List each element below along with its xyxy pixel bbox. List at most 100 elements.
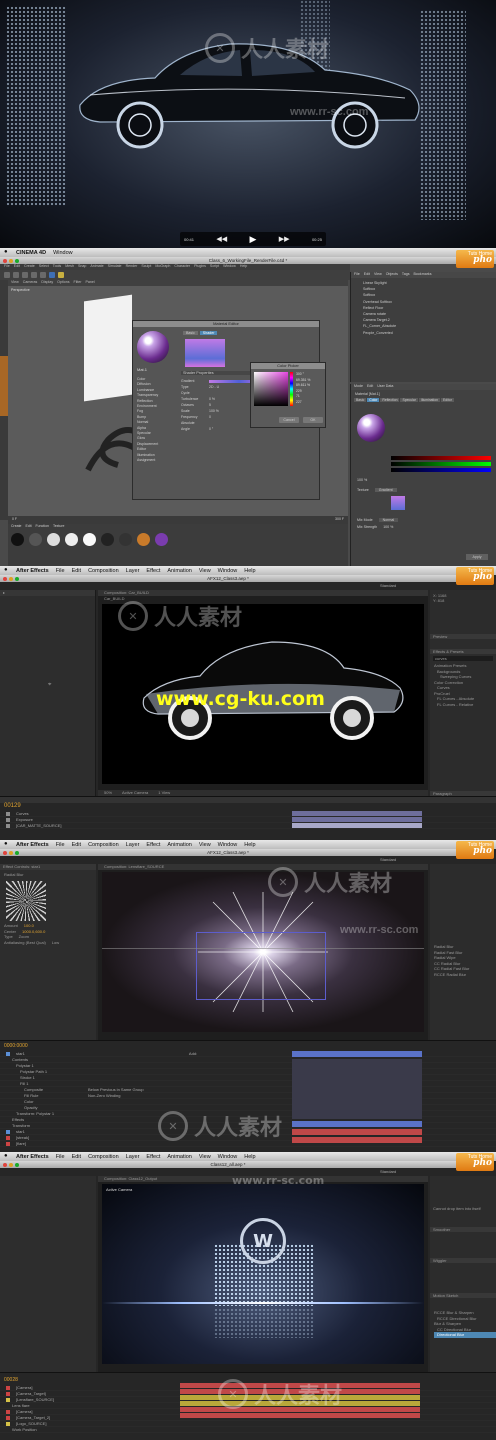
rewind-icon[interactable]: ◀◀ bbox=[216, 235, 227, 243]
app-name[interactable]: CINEMA 4D bbox=[16, 250, 46, 256]
fast-forward-icon[interactable]: ▶▶ bbox=[279, 235, 290, 243]
workspace-value[interactable]: Standard bbox=[380, 1169, 396, 1174]
material-swatch[interactable] bbox=[83, 533, 96, 546]
attr-tab[interactable]: Specular bbox=[400, 398, 418, 402]
menu-item[interactable]: View bbox=[199, 1154, 211, 1160]
viewport-menu-item[interactable]: Display bbox=[41, 280, 53, 286]
material-swatch[interactable] bbox=[137, 533, 150, 546]
effects-item[interactable]: Directional Blur bbox=[434, 1332, 496, 1338]
menu-item[interactable]: Animation bbox=[167, 568, 191, 574]
cube-icon[interactable] bbox=[49, 272, 55, 278]
selection-box[interactable] bbox=[196, 932, 326, 1000]
om-menu-item[interactable]: File bbox=[354, 272, 360, 278]
mm-tab[interactable]: Function bbox=[36, 524, 49, 530]
attr-tab[interactable]: Illumination bbox=[418, 398, 441, 402]
material-swatch[interactable] bbox=[29, 533, 42, 546]
menu-item[interactable]: Layer bbox=[126, 842, 140, 848]
apple-icon[interactable]: ● bbox=[4, 567, 8, 573]
frequency-value[interactable]: 0 bbox=[209, 414, 211, 420]
menu-item[interactable]: Effect bbox=[146, 1154, 160, 1160]
effects-item[interactable]: FL Curves - Relative bbox=[434, 702, 496, 708]
window-controls[interactable] bbox=[3, 1162, 19, 1167]
smoother-panel-tab[interactable]: Smoother bbox=[430, 1227, 496, 1232]
mm-tab[interactable]: Texture bbox=[53, 524, 64, 530]
om-menu-item[interactable]: Bookmarks bbox=[414, 272, 432, 278]
window-controls[interactable] bbox=[3, 258, 19, 263]
play-icon[interactable]: ▶ bbox=[250, 234, 257, 245]
attr-menu-item[interactable]: Mode bbox=[354, 384, 363, 390]
menu-item[interactable]: View bbox=[199, 842, 211, 848]
om-menu-item[interactable]: Edit bbox=[364, 272, 370, 278]
object-item[interactable]: People_Converted bbox=[363, 330, 496, 336]
menu-item[interactable]: Composition bbox=[88, 842, 119, 848]
viewport-menu-item[interactable]: Cameras bbox=[23, 280, 38, 286]
frame-value[interactable]: 0 F bbox=[12, 517, 17, 523]
b-value[interactable]: 227 bbox=[296, 400, 310, 406]
hue-slider[interactable] bbox=[290, 372, 293, 406]
light-icon[interactable] bbox=[58, 272, 64, 278]
menu-item[interactable]: Effect bbox=[146, 842, 160, 848]
menu-item[interactable]: Help bbox=[244, 568, 255, 574]
app-name[interactable]: After Effects bbox=[16, 568, 49, 574]
viewport-menu-item[interactable]: Options bbox=[57, 280, 69, 286]
material-swatch[interactable] bbox=[65, 533, 78, 546]
mix-strength-value[interactable]: 100 % bbox=[383, 525, 393, 529]
menu-item[interactable]: Edit bbox=[72, 842, 81, 848]
menu-window[interactable]: Window bbox=[53, 250, 73, 256]
menu-item[interactable]: Window bbox=[218, 568, 238, 574]
menu-item[interactable]: File bbox=[56, 842, 65, 848]
preview-panel-tab[interactable]: Preview bbox=[430, 634, 496, 639]
menu-item[interactable]: Help bbox=[244, 842, 255, 848]
apple-icon[interactable]: ● bbox=[4, 249, 8, 255]
render-icon[interactable] bbox=[40, 272, 46, 278]
apple-icon[interactable]: ● bbox=[4, 1153, 8, 1159]
menu-item[interactable]: Layer bbox=[126, 568, 140, 574]
viewport-menu-item[interactable]: Filter bbox=[74, 280, 82, 286]
menu-item[interactable]: Animation bbox=[167, 842, 191, 848]
wiggler-panel-tab[interactable]: Wiggler bbox=[430, 1258, 496, 1263]
cancel-button[interactable]: Cancel bbox=[279, 417, 299, 423]
apple-icon[interactable]: ● bbox=[4, 841, 8, 847]
project-panel-tab[interactable]: ▸ bbox=[0, 590, 95, 596]
material-swatch[interactable] bbox=[11, 533, 24, 546]
menu-item[interactable]: Composition bbox=[88, 1154, 119, 1160]
tab-basic[interactable]: Basic bbox=[183, 331, 198, 335]
menu-item[interactable]: Animation bbox=[167, 1154, 191, 1160]
comp-panel[interactable]: Composition: Class12_Output Active Camer… bbox=[98, 1176, 428, 1372]
effects-search[interactable]: curves bbox=[433, 656, 493, 661]
apply-button[interactable]: Apply bbox=[466, 554, 488, 560]
add-label[interactable]: Add: bbox=[189, 1051, 197, 1056]
material-swatch[interactable] bbox=[119, 533, 132, 546]
attr-tab[interactable]: Reflection bbox=[380, 398, 400, 402]
move-icon[interactable] bbox=[13, 272, 19, 278]
material-swatch[interactable] bbox=[155, 533, 168, 546]
attr-tab[interactable]: Basic bbox=[354, 398, 367, 402]
timecode[interactable]: 00129 bbox=[0, 803, 496, 811]
om-menu-item[interactable]: Tags bbox=[402, 272, 410, 278]
viewport-menu-item[interactable]: Panel bbox=[86, 280, 95, 286]
ok-button[interactable]: OK bbox=[303, 417, 323, 423]
fill-rule-value[interactable]: Non-Zero Winding bbox=[88, 1093, 120, 1098]
v-value[interactable]: 89.611 % bbox=[296, 383, 310, 389]
material-swatch[interactable] bbox=[101, 533, 114, 546]
menu-item[interactable]: Window bbox=[218, 842, 238, 848]
menu-item[interactable]: Composition bbox=[88, 568, 119, 574]
menu-item[interactable]: Window bbox=[218, 1154, 238, 1160]
effects-item[interactable]: RCCE Radial Blur bbox=[434, 972, 496, 978]
viewport-menu-item[interactable]: View bbox=[11, 280, 19, 286]
mm-tab[interactable]: Create bbox=[11, 524, 22, 530]
brightness-value[interactable]: 100 % bbox=[357, 478, 367, 482]
color-picker[interactable]: Color Picker 300 ° 69.351 % 89.611 % 229… bbox=[250, 362, 326, 428]
om-menu-item[interactable]: Objects bbox=[386, 272, 398, 278]
composite-value[interactable]: Below Previous in Same Group bbox=[88, 1087, 144, 1092]
menu-item[interactable]: Edit bbox=[72, 1154, 81, 1160]
menu-item[interactable]: Layer bbox=[126, 1154, 140, 1160]
attr-menu-item[interactable]: User Data bbox=[377, 384, 393, 390]
undo-icon[interactable] bbox=[4, 272, 10, 278]
mix-mode-value[interactable]: Normal bbox=[378, 518, 399, 522]
menu-item[interactable]: Edit bbox=[72, 568, 81, 574]
workspace-value[interactable]: Standard bbox=[380, 857, 396, 862]
menu-item[interactable]: View bbox=[199, 568, 211, 574]
menu-item[interactable]: Help bbox=[244, 1154, 255, 1160]
type-value[interactable]: 2D - U bbox=[209, 384, 219, 390]
